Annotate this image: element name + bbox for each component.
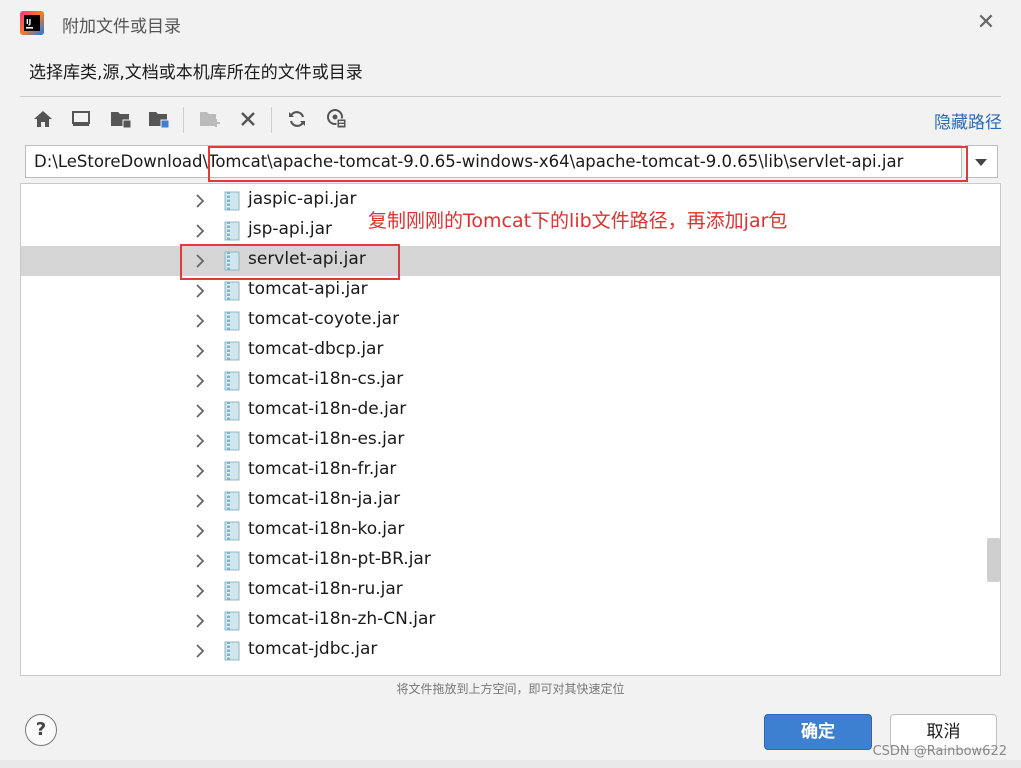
chevron-right-icon[interactable] [193,253,207,269]
chevron-right-icon[interactable] [193,643,207,659]
chevron-right-icon[interactable] [193,313,207,329]
tree-row[interactable]: tomcat-i18n-ko.jar [21,516,1000,546]
tree-item-label: tomcat-i18n-de.jar [248,399,407,419]
jar-file-icon [224,491,240,511]
home-icon[interactable] [28,103,58,135]
show-hidden-icon[interactable] [322,103,352,135]
background-strip [0,760,1021,768]
tree-item-label: tomcat-i18n-ru.jar [248,579,403,599]
jar-file-icon [224,281,240,301]
jar-file-icon [224,461,240,481]
jar-file-icon [224,611,240,631]
toolbar-separator [183,107,184,133]
divider [20,96,1001,97]
refresh-icon[interactable] [282,103,312,135]
window-title: 附加文件或目录 [62,17,181,37]
close-icon[interactable]: ✕ [973,10,999,36]
chevron-right-icon[interactable] [193,343,207,359]
chevron-right-icon[interactable] [193,193,207,209]
hide-path-link[interactable]: 隐藏路径 [934,108,1002,133]
scrollbar-thumb[interactable] [987,538,1000,582]
scrollbar-track[interactable] [986,184,1000,675]
jar-file-icon [224,341,240,361]
jar-file-icon [224,521,240,541]
file-tree: tomcat-jdbc.jar tomcat-i18n-zh-CN.jar tomc… [20,183,1001,676]
chevron-right-icon[interactable] [193,463,207,479]
tree-row[interactable]: tomcat-i18n-es.jar [21,426,1000,456]
dialog-description: 选择库类,源,文档或本机库所在的文件或目录 [29,63,363,83]
tree-row[interactable]: tomcat-coyote.jar [21,306,1000,336]
tree-row[interactable]: tomcat-jdbc.jar [21,636,1000,666]
chevron-right-icon[interactable] [193,493,207,509]
tree-row[interactable]: tomcat-dbcp.jar [21,336,1000,366]
tree-item-label: jaspic-api.jar [248,189,357,209]
tree-row[interactable]: tomcat-i18n-fr.jar [21,456,1000,486]
jar-file-icon [224,431,240,451]
path-input[interactable] [25,145,962,178]
chevron-right-icon[interactable] [193,283,207,299]
tree-item-label: tomcat-i18n-ko.jar [248,519,405,539]
delete-icon[interactable] [233,103,263,135]
tree-row[interactable]: tomcat-i18n-ja.jar [21,486,1000,516]
chevron-right-icon[interactable] [193,223,207,239]
chevron-right-icon[interactable] [193,433,207,449]
tree-item-label: tomcat-i18n-fr.jar [248,459,397,479]
tree-row[interactable]: tomcat-i18n-cs.jar [21,366,1000,396]
jar-file-icon [224,581,240,601]
tree-row[interactable]: tomcat-i18n-pt-BR.jar [21,546,1000,576]
new-folder-icon[interactable] [195,103,225,135]
tree-row[interactable]: tomcat-api.jar [21,276,1000,306]
intellij-logo-icon: IJ [20,11,44,35]
watermark: CSDN @Rainbow622 [872,744,1007,759]
tree-item-label: jsp-api.jar [248,219,332,239]
toolbar-separator [271,107,272,133]
tree-item-label: tomcat-coyote.jar [248,309,400,329]
chevron-right-icon[interactable] [193,403,207,419]
jar-file-icon [224,551,240,571]
module-folder-icon[interactable] [144,103,174,135]
tree-row[interactable]: tomcat-i18n-zh-CN.jar [21,606,1000,636]
tree-item-label: tomcat-i18n-ja.jar [248,489,401,509]
jar-file-icon [224,251,240,271]
chevron-right-icon[interactable] [193,613,207,629]
jar-file-icon [224,641,240,661]
jar-file-icon [224,221,240,241]
ok-button[interactable]: 确定 [764,714,872,750]
annotation-text: 复制刚刚的Tomcat下的lib文件路径，再添加jar包 [368,210,788,232]
tree-item-label: tomcat-i18n-pt-BR.jar [248,549,431,569]
svg-text:IJ: IJ [26,18,31,26]
tree-item-label: servlet-api.jar [248,249,366,269]
tree-item-label: tomcat-jdbc.jar [248,639,378,659]
tree-row[interactable]: servlet-api.jar [21,246,1000,276]
tree-row[interactable]: tomcat-i18n-de.jar [21,396,1000,426]
title-bar: IJ 附加文件或目录 ✕ [0,0,1021,46]
help-button[interactable]: ? [25,714,57,746]
drag-drop-hint: 将文件拖放到上方空间，即可对其快速定位 [396,682,625,696]
tree-row[interactable]: tomcat-i18n-ru.jar [21,576,1000,606]
tree-item-label: tomcat-i18n-cs.jar [248,369,404,389]
tree-item-label: tomcat-i18n-zh-CN.jar [248,609,436,629]
path-row [25,145,998,180]
tree-item-label: tomcat-api.jar [248,279,368,299]
chevron-right-icon[interactable] [193,523,207,539]
tree-item-label: tomcat-dbcp.jar [248,339,384,359]
chevron-right-icon[interactable] [193,583,207,599]
jar-file-icon [224,191,240,211]
chevron-down-icon [975,158,987,166]
tree-item-label: tomcat-i18n-es.jar [248,429,405,449]
desktop-icon[interactable] [66,103,96,135]
project-folder-icon[interactable] [106,103,136,135]
chevron-right-icon[interactable] [193,373,207,389]
jar-file-icon [224,401,240,421]
jar-file-icon [224,311,240,331]
jar-file-icon [224,371,240,391]
chevron-right-icon[interactable] [193,553,207,569]
path-history-dropdown[interactable] [965,145,998,178]
